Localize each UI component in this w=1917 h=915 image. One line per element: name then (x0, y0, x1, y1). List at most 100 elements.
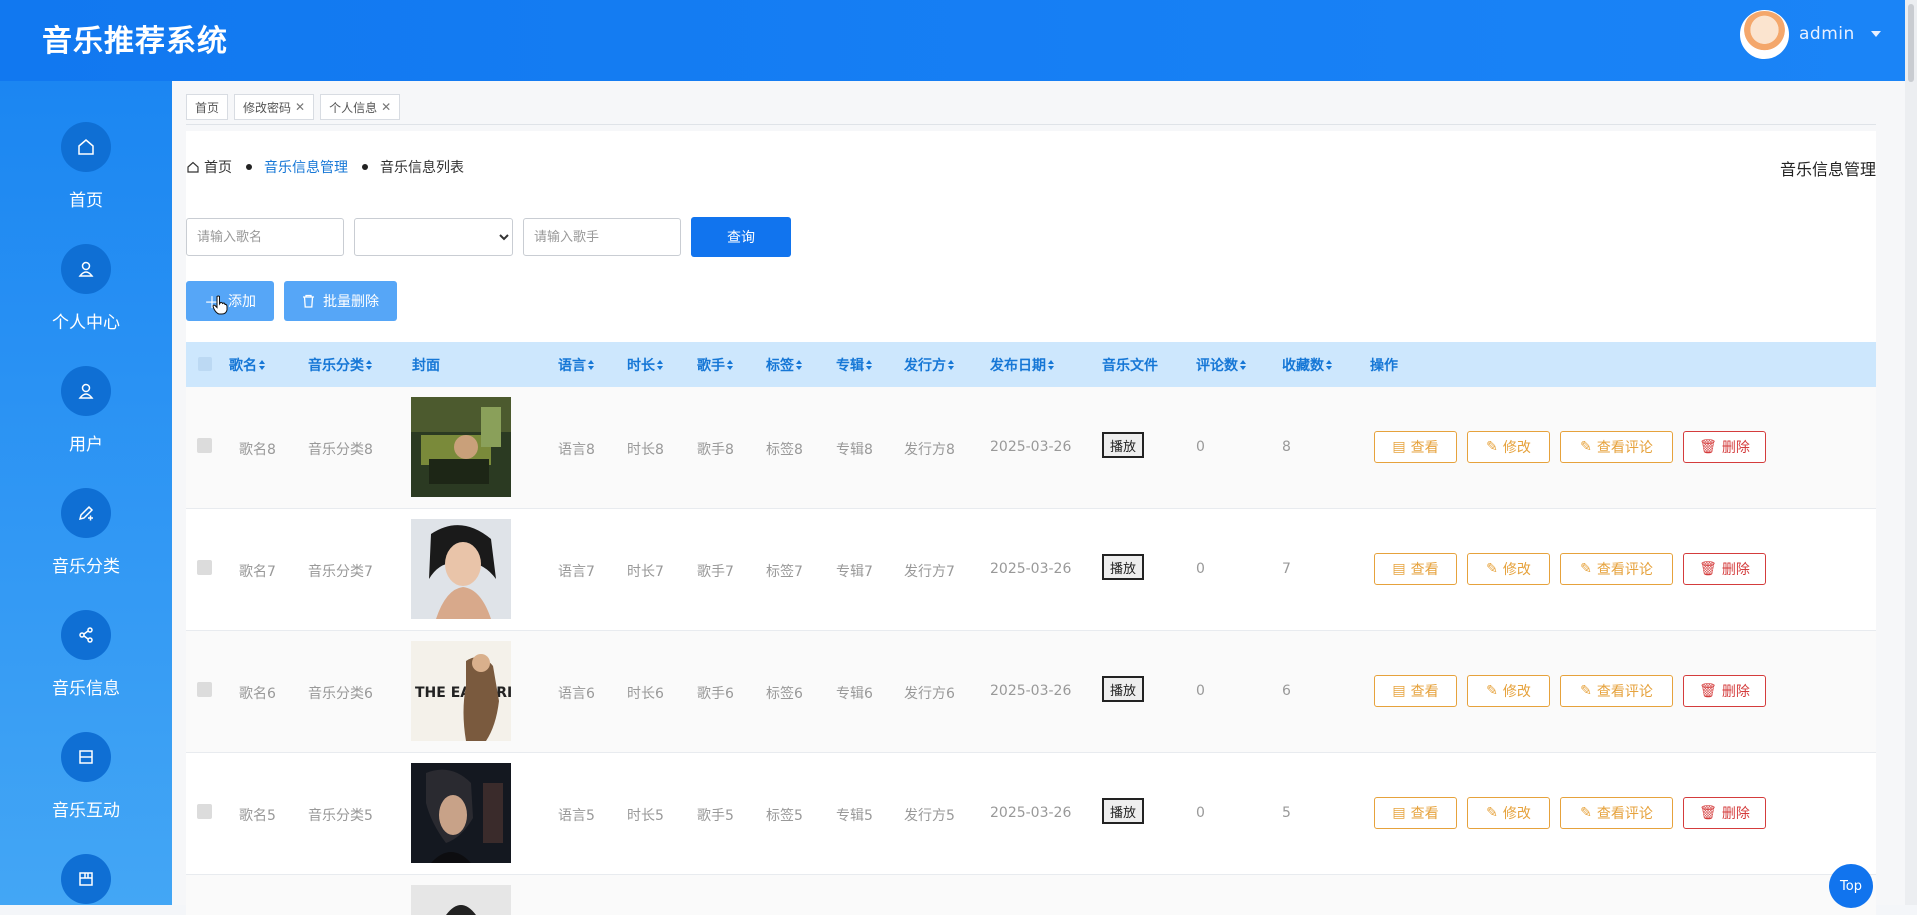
row-checkbox[interactable] (197, 682, 212, 697)
column-header-cover: 封面 (412, 355, 440, 375)
view-button[interactable]: ▤ 查看 (1374, 553, 1457, 585)
cell-category: 音乐分类6 (308, 686, 373, 702)
column-header-category[interactable]: 音乐分类 (308, 355, 373, 375)
delete-button[interactable]: 🗑 删除 (1683, 675, 1766, 707)
edit-icon: ✎ (1486, 439, 1498, 455)
column-header-name[interactable]: 歌名 (229, 355, 266, 375)
scrollbar-thumb[interactable] (1908, 4, 1914, 82)
add-button[interactable]: ＋ 添加 (186, 281, 275, 321)
singer-input[interactable] (523, 218, 681, 256)
sort-icon[interactable] (948, 360, 955, 370)
sort-icon[interactable] (366, 360, 373, 370)
table-header: 歌名 音乐分类 封面 语言 时长 歌手 标签 专辑 发行方 发布日期 音乐文件 … (186, 342, 1876, 387)
view-button[interactable]: ▤ 查看 (1374, 675, 1457, 707)
view-comments-button[interactable]: ✎ 查看评论 (1560, 553, 1673, 585)
column-header-release-date[interactable]: 发布日期 (990, 355, 1055, 375)
table-row (186, 875, 1876, 915)
view-button[interactable]: ▤ 查看 (1374, 431, 1457, 463)
play-button[interactable]: 播放 (1102, 432, 1144, 458)
delete-button[interactable]: 🗑 删除 (1683, 553, 1766, 585)
row-checkbox[interactable] (197, 804, 212, 819)
sort-icon[interactable] (1326, 360, 1333, 370)
username[interactable]: admin (1799, 24, 1855, 44)
column-header-duration[interactable]: 时长 (627, 355, 664, 375)
delete-button[interactable]: 🗑 删除 (1683, 431, 1766, 463)
column-header-album[interactable]: 专辑 (836, 355, 873, 375)
sidebar-item-music-category[interactable]: 音乐分类 (0, 488, 172, 577)
sort-icon[interactable] (727, 360, 734, 370)
play-button[interactable]: 播放 (1102, 676, 1144, 702)
cell-category: 音乐分类7 (308, 564, 373, 580)
header-label: 歌名 (229, 358, 257, 374)
cell-comments: 0 (1196, 805, 1205, 821)
page-scrollbar[interactable] (1905, 0, 1917, 905)
header-label: 发行方 (904, 358, 946, 374)
cell-comments: 0 (1196, 561, 1205, 577)
sort-icon[interactable] (1240, 360, 1247, 370)
edit-button[interactable]: ✎ 修改 (1467, 553, 1550, 585)
sidebar-item-label: 音乐信息 (52, 679, 120, 699)
chevron-down-icon[interactable] (1870, 31, 1881, 37)
close-icon[interactable]: ✕ (295, 100, 305, 114)
edit-label: 修改 (1502, 562, 1531, 578)
play-button[interactable]: 播放 (1102, 554, 1144, 580)
edit-button[interactable]: ✎ 修改 (1467, 797, 1550, 829)
edit-button[interactable]: ✎ 修改 (1467, 431, 1550, 463)
breadcrumb-section[interactable]: 音乐信息管理 (264, 157, 348, 177)
tab-change-password[interactable]: 修改密码 ✕ (234, 94, 315, 120)
edit-icon: ✎ (1486, 683, 1498, 699)
header-label: 发布日期 (990, 358, 1046, 374)
edit-icon: ✎ (1580, 439, 1592, 455)
search-bar: 查询 (186, 217, 791, 257)
column-header-tag[interactable]: 标签 (766, 355, 803, 375)
breadcrumb-home[interactable]: 首页 (204, 157, 232, 177)
cell-publisher: 发行方5 (904, 808, 955, 824)
header-label: 标签 (766, 358, 794, 374)
sort-icon[interactable] (1048, 360, 1055, 370)
view-button[interactable]: ▤ 查看 (1374, 797, 1457, 829)
add-button-label: 添加 (228, 294, 257, 310)
tab-personal-info[interactable]: 个人信息 ✕ (320, 94, 401, 120)
row-checkbox[interactable] (197, 560, 212, 575)
column-header-favorites[interactable]: 收藏数 (1282, 355, 1333, 375)
view-comments-button[interactable]: ✎ 查看评论 (1560, 797, 1673, 829)
sort-icon[interactable] (796, 360, 803, 370)
row-checkbox[interactable] (197, 438, 212, 453)
avatar[interactable] (1740, 9, 1789, 59)
view-comments-label: 查看评论 (1596, 440, 1653, 456)
sort-icon[interactable] (588, 360, 595, 370)
header-label: 歌手 (697, 358, 725, 374)
box-icon (61, 732, 111, 782)
sidebar-item-profile[interactable]: 个人中心 (0, 244, 172, 333)
sidebar-item-home[interactable]: 首页 (0, 122, 172, 211)
cell-tag: 标签6 (766, 686, 803, 702)
column-header-comments[interactable]: 评论数 (1196, 355, 1247, 375)
query-button[interactable]: 查询 (691, 217, 791, 257)
close-icon[interactable]: ✕ (381, 100, 391, 114)
column-header-language[interactable]: 语言 (558, 355, 595, 375)
sidebar-item-label: 个人中心 (52, 313, 120, 333)
column-header-publisher[interactable]: 发行方 (904, 355, 955, 375)
song-name-input[interactable] (186, 218, 344, 256)
sidebar-item-more[interactable] (0, 854, 172, 904)
cell-comments: 0 (1196, 439, 1205, 455)
category-select[interactable] (354, 218, 513, 256)
back-to-top-button[interactable]: Top (1829, 864, 1873, 908)
sort-icon[interactable] (657, 360, 664, 370)
sidebar-item-music-interaction[interactable]: 音乐互动 (0, 732, 172, 821)
play-button[interactable]: 播放 (1102, 798, 1144, 824)
sort-icon[interactable] (259, 360, 266, 370)
column-header-singer[interactable]: 歌手 (697, 355, 734, 375)
sort-icon[interactable] (866, 360, 873, 370)
edit-button[interactable]: ✎ 修改 (1467, 675, 1550, 707)
view-comments-button[interactable]: ✎ 查看评论 (1560, 431, 1673, 463)
select-all-checkbox[interactable] (198, 357, 212, 371)
sidebar-item-music-info[interactable]: 音乐信息 (0, 610, 172, 699)
batch-delete-button[interactable]: 批量删除 (284, 281, 398, 321)
view-comments-button[interactable]: ✎ 查看评论 (1560, 675, 1673, 707)
delete-button[interactable]: 🗑 删除 (1683, 797, 1766, 829)
edit-icon: ✎ (1580, 561, 1592, 577)
user-menu[interactable]: admin (1740, 9, 1881, 59)
tab-home[interactable]: 首页 (186, 94, 229, 120)
sidebar-item-users[interactable]: 用户 (0, 366, 172, 455)
